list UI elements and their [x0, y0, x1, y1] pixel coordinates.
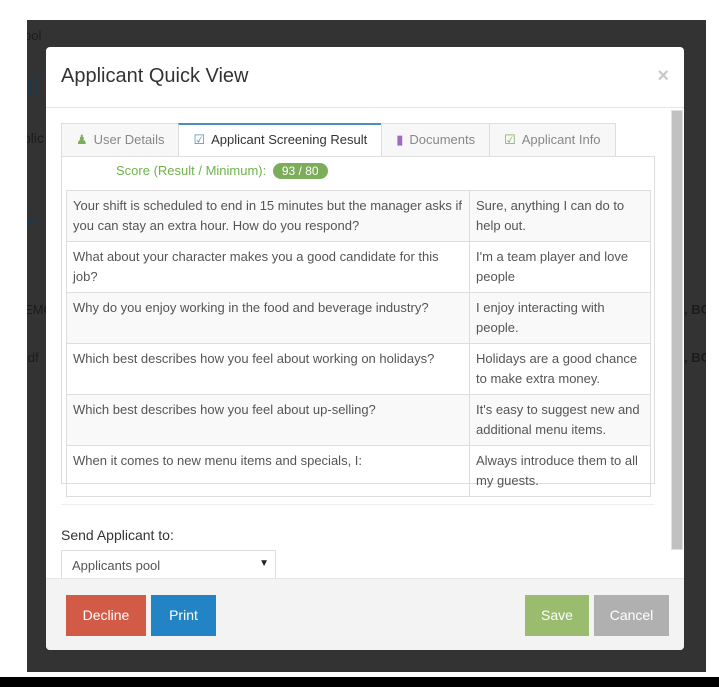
modal-footer: Decline Print Save Cancel — [46, 578, 684, 650]
answer-cell: Sure, anything I can do to help out. — [469, 190, 651, 242]
table-row: Why do you enjoy working in the food and… — [66, 292, 651, 344]
modal-header: Applicant Quick View × — [46, 47, 684, 108]
bg-text: ldf — [27, 350, 39, 365]
select-value: Applicants pool — [72, 558, 161, 573]
bg-text: plic — [27, 130, 45, 146]
score-label: Score (Result / Minimum): — [116, 163, 267, 178]
bg-text: ol — [27, 70, 40, 100]
question-cell: What about your character makes you a go… — [66, 241, 470, 293]
close-icon[interactable]: × — [657, 65, 669, 88]
bottom-bar — [0, 677, 719, 687]
answer-cell: Always introduce them to all my guests. — [469, 445, 651, 497]
question-cell: When it comes to new menu items and spec… — [66, 445, 470, 497]
scrollbar[interactable] — [671, 110, 683, 550]
print-button[interactable]: Print — [151, 595, 216, 636]
tab-documents[interactable]: ▮ Documents — [381, 123, 491, 156]
send-applicant-label: Send Applicant to: — [61, 527, 174, 543]
send-applicant-select[interactable]: Applicants pool ▼ — [61, 550, 276, 580]
tab-applicant-screening-result[interactable]: ☑ Applicant Screening Result — [178, 123, 383, 157]
table-row: When it comes to new menu items and spec… — [66, 445, 651, 497]
bg-text: , BC — [684, 350, 706, 365]
question-cell: Which best describes how you feel about … — [66, 394, 470, 446]
caret-down-icon: ▼ — [259, 558, 269, 569]
table-row: What about your character makes you a go… — [66, 241, 651, 293]
table-row: Your shift is scheduled to end in 15 min… — [66, 190, 651, 242]
cancel-button[interactable]: Cancel — [594, 595, 669, 636]
modal-title: Applicant Quick View — [61, 65, 249, 87]
question-cell: Why do you enjoy working in the food and… — [66, 292, 470, 344]
tab-user-details[interactable]: ♟ User Details — [61, 123, 180, 156]
tab-label: Documents — [409, 132, 476, 147]
save-button[interactable]: Save — [525, 595, 589, 636]
check-square-icon: ☑ — [193, 132, 206, 147]
score-badge: 93 / 80 — [272, 163, 328, 179]
bg-text: pol — [27, 28, 42, 43]
answer-cell: Holidays are a good chance to make extra… — [469, 343, 651, 395]
answer-cell: I'm a team player and love people — [469, 241, 651, 293]
question-cell: Which best describes how you feel about … — [66, 343, 470, 395]
answer-cell: I enjoy interacting with people. — [469, 292, 651, 344]
bg-text: st — [27, 214, 37, 229]
tab-label: Applicant Info — [521, 132, 601, 147]
divider — [61, 504, 655, 505]
table-row: Which best describes how you feel about … — [66, 394, 651, 446]
decline-button[interactable]: Decline — [66, 595, 146, 636]
check-square-icon: ☑ — [504, 132, 516, 147]
score: Score (Result / Minimum): 93 / 80 — [116, 163, 328, 179]
bg-text: , BC — [684, 302, 706, 317]
tab-content: Score (Result / Minimum): 93 / 80 Your s… — [61, 156, 655, 497]
applicant-quick-view-modal: Applicant Quick View × ♟ User Details ☑ Ap… — [46, 47, 684, 650]
book-icon: ▮ — [396, 132, 404, 147]
table-row: Which best describes how you feel about … — [66, 343, 651, 395]
screening-table: Your shift is scheduled to end in 15 min… — [66, 190, 651, 497]
tab-applicant-info[interactable]: ☑ Applicant Info — [489, 123, 616, 156]
tab-label: User Details — [93, 132, 165, 147]
user-icon: ♟ — [76, 132, 88, 147]
answer-cell: It's easy to suggest new and additional … — [469, 394, 651, 446]
tab-label: Applicant Screening Result — [211, 132, 368, 147]
tab-bar: ♟ User Details ☑ Applicant Screening Resul… — [61, 123, 616, 157]
question-cell: Your shift is scheduled to end in 15 min… — [66, 190, 470, 242]
